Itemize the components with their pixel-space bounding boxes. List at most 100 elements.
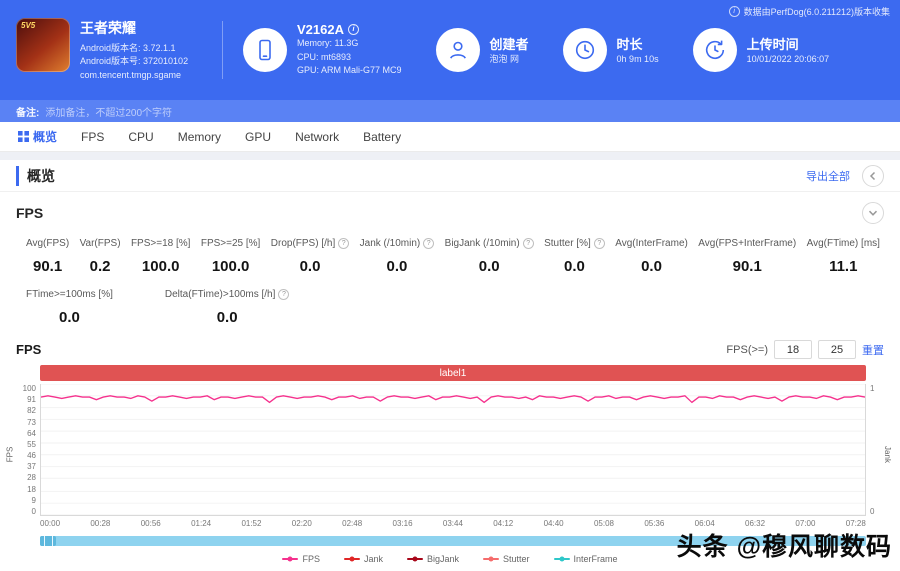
info-icon: i [728, 6, 740, 17]
metric-label: Avg(InterFrame) [615, 238, 688, 249]
tab-GPU[interactable]: GPU [245, 130, 271, 144]
x-tick: 05:08 [593, 519, 614, 528]
legend-marker [282, 556, 299, 562]
tab-label: GPU [245, 129, 272, 144]
note-label: 备注: [16, 107, 40, 119]
device-cpu: CPU: mt6893 [297, 51, 352, 62]
legend-item-InterFrame[interactable]: InterFrame [553, 554, 618, 564]
metric-value: 90.1 [32, 258, 63, 275]
metric-label: FPS>=25 [%] [200, 238, 261, 249]
metric-info-icon[interactable]: ? [522, 238, 534, 249]
device-info-icon[interactable]: i [347, 23, 359, 35]
metric-label: Drop(FPS) [/h]? [271, 238, 350, 249]
metric-info-icon[interactable]: ? [423, 238, 435, 249]
x-tick: 00:28 [90, 519, 111, 528]
legend-label: BigJank [426, 554, 460, 564]
app-title: 王者荣耀 [80, 19, 136, 36]
scrollbar-grip[interactable] [40, 536, 56, 546]
creator-info: 创建者 泡泡 网 [435, 28, 529, 72]
legend-item-Jank[interactable]: Jank [343, 554, 383, 564]
y-axis-right: 10 [866, 384, 884, 516]
panel-collapse-button[interactable] [862, 164, 884, 187]
y-tick: 64 [27, 428, 36, 438]
metric-value: 100.0 [141, 258, 180, 275]
top-header: 5V5 王者荣耀 Android版本名: 3.72.1.1 Android版本号… [0, 0, 900, 100]
y-tick-right: 0 [870, 507, 875, 516]
app-version-name: Android版本名: 3.72.1.1 [80, 42, 176, 53]
clock-icon [562, 28, 607, 72]
fps-line-chart[interactable] [40, 384, 866, 516]
overview-title: 概览 [16, 165, 55, 186]
chart-legend: FPS Jank BigJank Stutter InterFrame [16, 554, 884, 564]
tab-FPS[interactable]: FPS [81, 130, 104, 144]
reset-link[interactable]: 重置 [862, 342, 884, 358]
y-tick-right: 1 [870, 384, 875, 393]
y-axis-title-left: FPS [5, 446, 15, 463]
export-all-link[interactable]: 导出全部 [806, 168, 850, 184]
y-tick: 0 [31, 506, 36, 516]
x-tick: 00:56 [140, 519, 161, 528]
game-icon-badge: 5V5 [21, 20, 36, 30]
y-tick: 91 [27, 395, 36, 405]
x-tick: 06:04 [694, 519, 715, 528]
metric-label: Avg(FPS) [26, 238, 70, 249]
device-gpu: GPU: ARM Mali-G77 MC9 [297, 65, 402, 76]
metric-info-icon[interactable]: ? [338, 238, 350, 249]
overview-grid-icon [18, 131, 29, 142]
y-tick: 55 [27, 439, 36, 449]
x-tick: 07:28 [845, 519, 866, 528]
chart-scrollbar[interactable] [40, 536, 866, 546]
metric-value: 0.0 [216, 309, 238, 326]
metric-info-icon[interactable]: ? [593, 238, 605, 249]
y-tick: 28 [27, 473, 36, 483]
tab-Memory[interactable]: Memory [178, 130, 221, 144]
x-tick: 06:32 [745, 519, 766, 528]
metric-Delta(FTime)>100ms [/h]: Delta(FTime)>100ms [/h]? 0.0 [165, 289, 290, 326]
metric-value: 0.0 [478, 258, 500, 275]
game-app-icon: 5V5 [16, 17, 70, 72]
tab-label: Battery [363, 129, 402, 144]
upload-time-info: 上传时间 10/01/2022 20:06:07 [692, 28, 829, 72]
legend-label: Jank [363, 554, 383, 564]
duration-value: 0h 9m 10s [616, 53, 659, 64]
tab-Battery[interactable]: Battery [363, 130, 401, 144]
metric-value: 100.0 [211, 258, 250, 275]
fps-collapse-button[interactable] [862, 202, 884, 224]
metric-value: 0.0 [641, 258, 662, 275]
metric-value: 11.1 [829, 258, 858, 275]
y-tick: 37 [27, 462, 36, 472]
x-tick: 00:00 [40, 519, 61, 528]
tab-概览[interactable]: 概览 [18, 128, 57, 145]
x-tick: 02:20 [291, 519, 312, 528]
metric-label: FPS>=18 [%] [130, 238, 191, 249]
metric-value: 0.2 [89, 258, 111, 275]
legend-item-FPS[interactable]: FPS [282, 554, 320, 564]
y-axis-title-right: Jank [883, 446, 893, 463]
legend-item-Stutter[interactable]: Stutter [483, 554, 530, 564]
metric-value: 0.0 [299, 258, 321, 275]
duration-info: 时长 0h 9m 10s [562, 28, 659, 72]
legend-marker [406, 556, 423, 562]
fps-threshold-input-2[interactable] [818, 340, 856, 359]
person-icon [435, 28, 480, 72]
fps-threshold-input-1[interactable] [774, 340, 812, 359]
tab-Network[interactable]: Network [295, 130, 339, 144]
y-axis-left: 100 91 82 73 64 55 46 37 28 18 9 0 [16, 384, 40, 516]
legend-label: Stutter [503, 554, 530, 564]
tab-CPU[interactable]: CPU [128, 130, 153, 144]
tab-label: 概览 [33, 130, 58, 144]
metric-FPS>=25 [%]: FPS>=25 [%] 100.0 [201, 238, 260, 275]
x-tick: 05:36 [644, 519, 665, 528]
metric-info-icon[interactable]: ? [278, 289, 290, 300]
note-input[interactable]: 添加备注，不超过200个字符 [45, 104, 172, 119]
upload-label: 上传时间 [746, 36, 799, 52]
upload-time-icon [692, 28, 737, 72]
app-package-name: com.tencent.tmgp.sgame [80, 69, 182, 80]
metric-label: Stutter [%]? [544, 238, 605, 249]
x-tick: 02:48 [342, 519, 363, 528]
content-gap [0, 152, 900, 160]
legend-item-BigJank[interactable]: BigJank [406, 554, 460, 564]
tab-label: Memory [177, 129, 222, 144]
metric-FTime>=100ms [%]: FTime>=100ms [%] 0.0 [26, 289, 113, 326]
metric-Avg(InterFrame): Avg(InterFrame) 0.0 [615, 238, 688, 275]
